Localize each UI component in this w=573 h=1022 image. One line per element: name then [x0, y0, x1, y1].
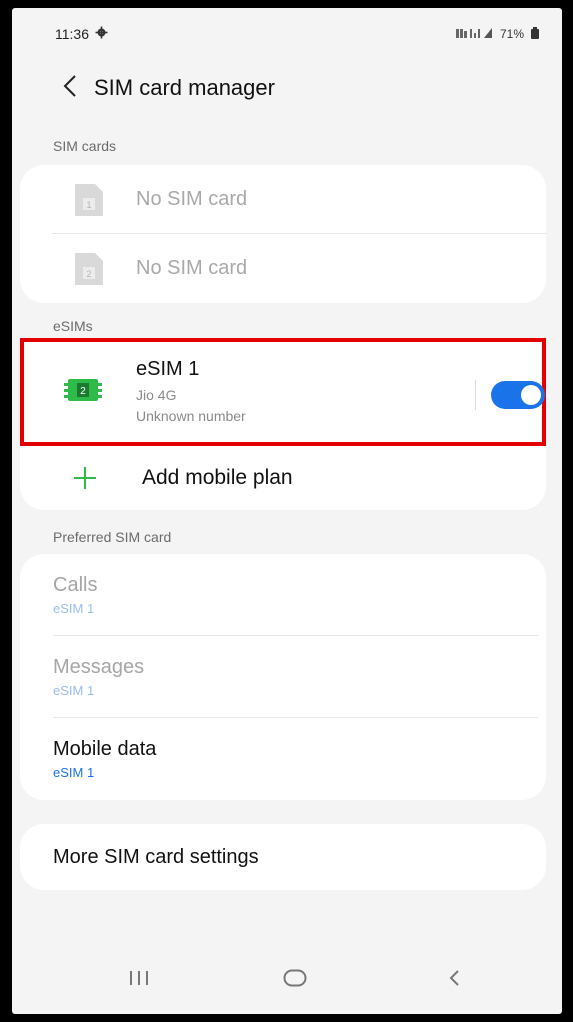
messages-title: Messages	[53, 656, 145, 678]
esims-card: 2 eSIM 1 Jio 4G Unknown number Add mobil…	[20, 338, 546, 510]
recent-apps-button[interactable]	[119, 962, 159, 998]
more-settings-card: More SIM card settings	[20, 824, 546, 890]
back-nav-button[interactable]	[434, 962, 474, 998]
sim-slot-2-row[interactable]: 2 No SIM card	[20, 234, 546, 303]
calls-value: eSIM 1	[53, 601, 95, 616]
phone-screen: 11:36 71% SIM card manager SIM cards 1 N…	[12, 8, 562, 1014]
mobile-data-value: eSIM 1	[53, 765, 95, 780]
svg-text:2: 2	[80, 386, 86, 397]
status-time: 11:36	[55, 26, 89, 42]
back-button[interactable]	[48, 66, 92, 110]
esim-row[interactable]: 2 eSIM 1 Jio 4G Unknown number	[20, 338, 546, 446]
sim-card-icon: 2	[72, 252, 106, 285]
calls-title: Calls	[53, 574, 98, 596]
toggle-knob	[521, 385, 541, 405]
plus-icon	[70, 465, 100, 491]
preferred-sim-card: Calls eSIM 1 Messages eSIM 1 Mobile data…	[20, 554, 546, 800]
navigation-bar	[12, 944, 562, 1014]
sim-cards-card: 1 No SIM card 2 No SIM card	[20, 165, 546, 303]
svg-text:2: 2	[86, 269, 91, 279]
vertical-divider	[475, 380, 476, 410]
esims-section-label: eSIMs	[53, 318, 93, 334]
battery-icon	[530, 26, 540, 42]
messages-value: eSIM 1	[53, 683, 95, 698]
gear-icon	[95, 26, 108, 42]
home-icon	[283, 969, 307, 992]
svg-text:1: 1	[86, 200, 91, 210]
more-sim-settings-label: More SIM card settings	[53, 845, 259, 868]
esim-number: Unknown number	[136, 407, 246, 424]
esim-carrier: Jio 4G	[136, 386, 177, 403]
messages-row[interactable]: Messages eSIM 1	[20, 636, 546, 718]
add-mobile-plan-button[interactable]: Add mobile plan	[20, 446, 546, 510]
more-sim-settings-button[interactable]: More SIM card settings	[20, 824, 546, 890]
page-title: SIM card manager	[94, 75, 275, 100]
sim-slot-1-row[interactable]: 1 No SIM card	[20, 165, 546, 234]
mobile-data-title: Mobile data	[53, 738, 157, 760]
esim-name: eSIM 1	[136, 357, 200, 380]
sim-card-icon: 1	[72, 183, 106, 216]
mobile-data-row[interactable]: Mobile data eSIM 1	[20, 718, 546, 800]
battery-level: 71%	[499, 27, 524, 41]
esim-chip-icon: 2	[64, 377, 102, 408]
home-button[interactable]	[275, 962, 315, 998]
network-signal-icon	[455, 27, 494, 42]
esim-enable-toggle[interactable]	[491, 381, 545, 409]
chevron-left-icon	[448, 969, 460, 992]
sim-slot-label: No SIM card	[136, 188, 248, 210]
calls-row[interactable]: Calls eSIM 1	[20, 554, 546, 636]
back-arrow-icon	[63, 74, 77, 103]
esim-info: eSIM 1 Jio 4G Unknown number	[136, 358, 246, 427]
preferred-sim-section-label: Preferred SIM card	[53, 529, 172, 545]
app-header: SIM card manager	[12, 60, 562, 116]
status-bar: 11:36 71%	[12, 8, 562, 60]
recent-apps-icon	[128, 970, 150, 991]
sim-cards-section-label: SIM cards	[53, 138, 117, 154]
sim-slot-label: No SIM card	[136, 257, 248, 279]
add-mobile-plan-label: Add mobile plan	[142, 466, 293, 489]
